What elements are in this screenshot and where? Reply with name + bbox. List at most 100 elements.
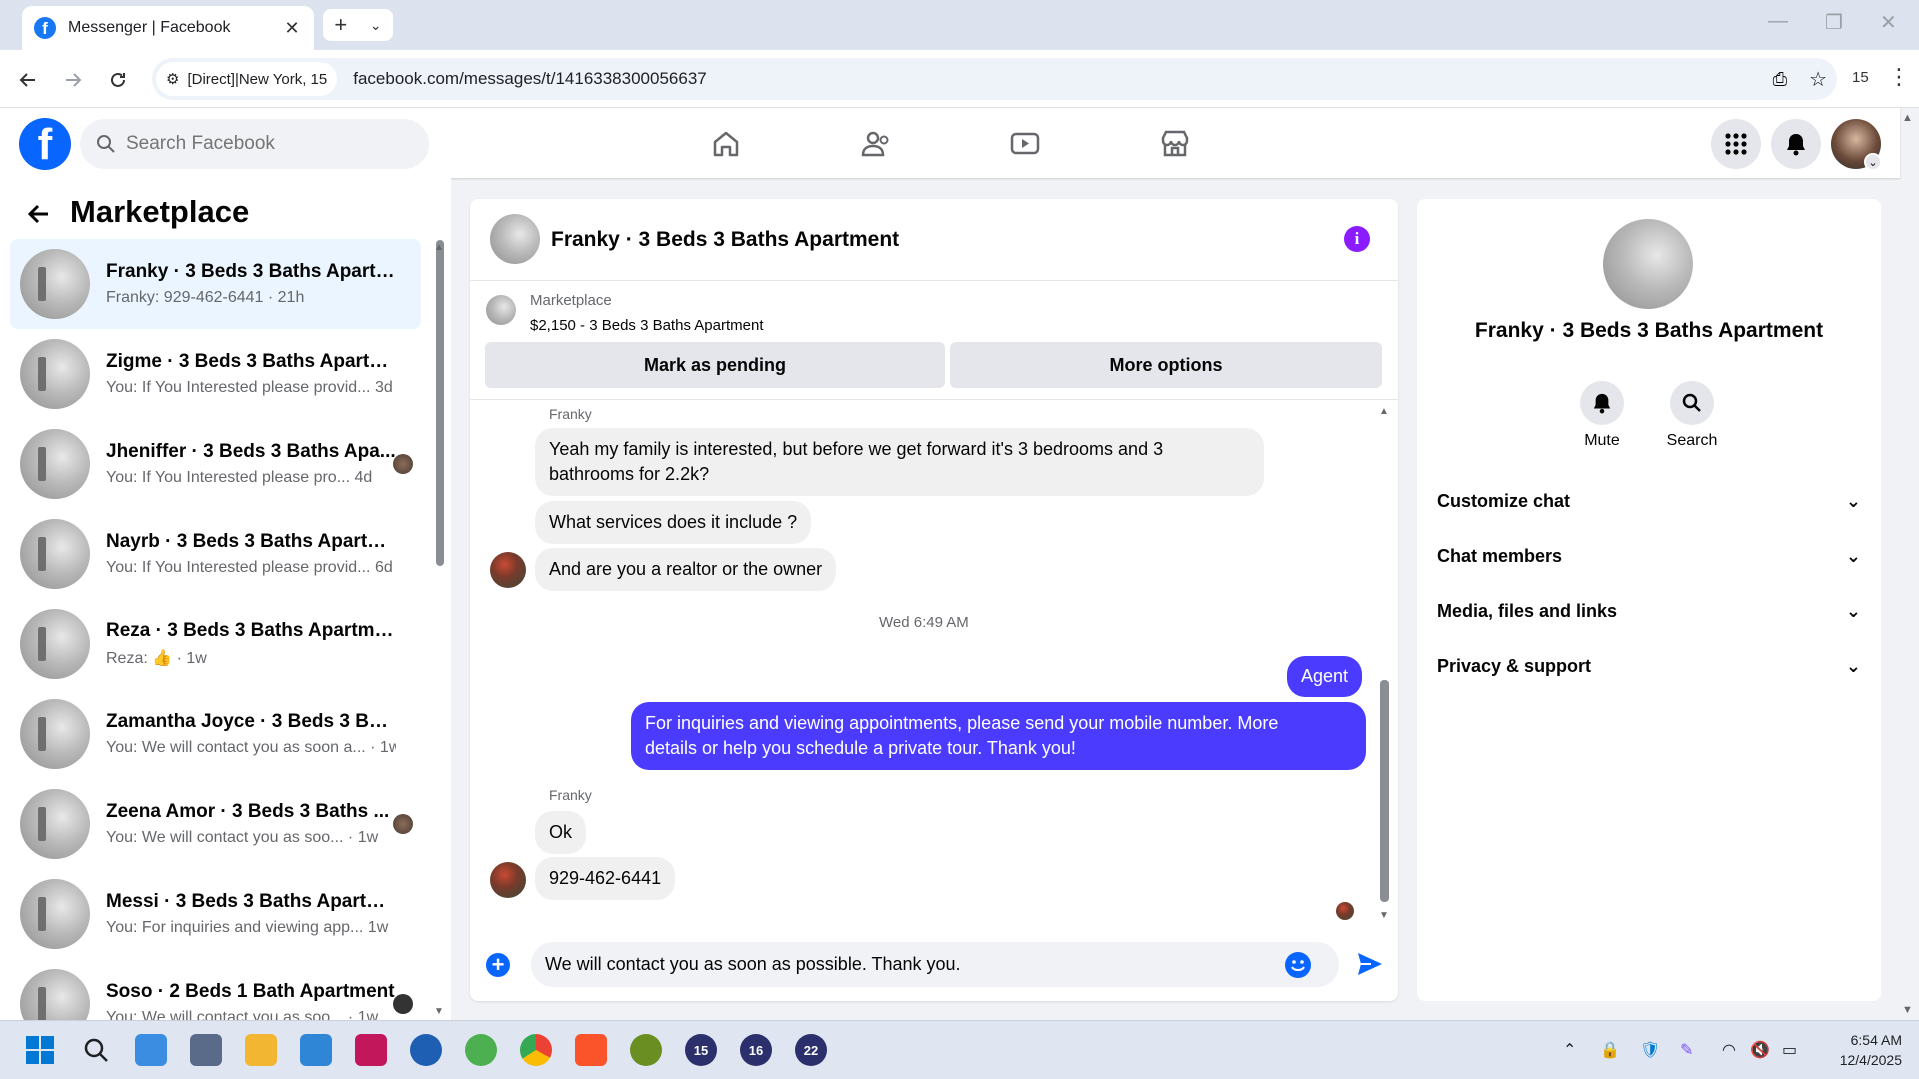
new-tab-icon[interactable]: + xyxy=(334,12,347,38)
message-input[interactable] xyxy=(545,954,1285,975)
minimize-icon[interactable]: — xyxy=(1768,10,1788,33)
tray-app-icon[interactable]: 🔒 xyxy=(1600,1040,1620,1060)
account-chevron-icon[interactable]: ⌄ xyxy=(1864,153,1882,171)
friends-icon[interactable] xyxy=(856,124,896,164)
profile-badge[interactable]: 15 xyxy=(1852,69,1869,86)
listing-thumbnail[interactable] xyxy=(1603,219,1693,309)
install-app-icon[interactable]: ⎙ xyxy=(1773,69,1787,90)
app-icon[interactable] xyxy=(630,1034,662,1066)
wifi-icon[interactable]: ◠ xyxy=(1722,1040,1736,1060)
snipping-tool-icon[interactable] xyxy=(355,1034,387,1066)
sidebar-clip: Soso · 2 Beds 1 Bath Apartment You: We w… xyxy=(0,952,451,1020)
conversation-item[interactable]: Jheniffer · 3 Beds 3 Baths Apa... You: I… xyxy=(10,419,421,509)
scroll-down-icon[interactable]: ▼ xyxy=(434,1006,444,1017)
media-files-links-section[interactable]: Media, files and links ⌄ xyxy=(1437,591,1861,631)
close-tab-icon[interactable]: ✕ xyxy=(282,18,302,39)
pen-icon[interactable]: ✎ xyxy=(1680,1040,1693,1060)
restore-icon[interactable]: ❐ xyxy=(1825,10,1843,35)
bookmark-star-icon[interactable]: ☆ xyxy=(1809,67,1827,92)
globe-app-icon[interactable] xyxy=(410,1034,442,1066)
search-label: Search xyxy=(1666,432,1718,449)
seen-avatar xyxy=(393,454,413,474)
browser-menu-icon[interactable]: ⋮ xyxy=(1888,64,1910,90)
chrome-icon[interactable] xyxy=(520,1034,552,1066)
clock[interactable]: 6:54 AM 12/4/2025 xyxy=(1822,1030,1902,1070)
chat-members-section[interactable]: Chat members ⌄ xyxy=(1437,536,1861,576)
browser-tab[interactable]: f Messenger | Facebook ✕ xyxy=(22,6,314,50)
scroll-up-icon[interactable]: ▲ xyxy=(1379,406,1389,417)
conversation-item[interactable]: Messi · 3 Beds 3 Baths Apartment You: Fo… xyxy=(10,869,421,959)
brave-icon[interactable] xyxy=(575,1034,607,1066)
address-bar[interactable]: ⚙ [Direct]|New York, 15 facebook.com/mes… xyxy=(152,58,1837,100)
volume-muted-icon[interactable]: 🔇 xyxy=(1750,1040,1770,1060)
facebook-search[interactable] xyxy=(80,119,429,169)
conversation-item[interactable]: Zamantha Joyce · 3 Beds 3 Bath... You: W… xyxy=(10,689,421,779)
search-in-chat-button[interactable] xyxy=(1670,381,1714,425)
facebook-logo-icon[interactable]: f xyxy=(19,118,71,170)
defender-icon[interactable]: 🛡 xyxy=(1640,1040,1660,1060)
conversation-time: 4d xyxy=(354,469,373,486)
section-label: Media, files and links xyxy=(1437,600,1618,621)
mute-button[interactable] xyxy=(1580,381,1624,425)
windows-taskbar xyxy=(0,1020,1919,1079)
taskbar-search-icon[interactable] xyxy=(80,1034,112,1066)
page-scroll-up-icon[interactable]: ▲ xyxy=(1902,112,1913,124)
site-info-chip[interactable]: ⚙ [Direct]|New York, 15 xyxy=(156,62,338,96)
task-view-icon[interactable] xyxy=(135,1034,167,1066)
tray-overflow-icon[interactable]: ⌃ xyxy=(1563,1040,1576,1060)
chat-scrollbar[interactable] xyxy=(1380,680,1389,902)
windows-start-icon[interactable] xyxy=(24,1034,56,1066)
back-arrow-icon[interactable] xyxy=(26,201,52,227)
app-icon[interactable] xyxy=(190,1034,222,1066)
sender-avatar xyxy=(490,552,526,588)
scroll-down-icon[interactable]: ▼ xyxy=(1379,910,1389,921)
tab-search-icon[interactable]: ⌄ xyxy=(370,17,382,34)
emoji-icon[interactable] xyxy=(1285,951,1311,978)
file-explorer-icon[interactable] xyxy=(245,1034,277,1066)
forward-icon[interactable] xyxy=(59,66,87,94)
page-scroll-down-icon[interactable]: ▼ xyxy=(1902,1004,1913,1016)
info-icon[interactable]: i xyxy=(1344,226,1370,252)
add-attachment-icon[interactable]: + xyxy=(486,953,510,977)
profile-app-badge[interactable]: 15 xyxy=(685,1034,717,1066)
message-bubble: 929-462-6441 xyxy=(535,857,676,900)
seen-avatar xyxy=(393,994,413,1014)
marketplace-icon[interactable] xyxy=(1155,124,1195,164)
conversation-item[interactable]: Zigme · 3 Beds 3 Baths Apartment You: If… xyxy=(10,329,421,419)
app-icon[interactable] xyxy=(300,1034,332,1066)
notifications-bell-icon[interactable] xyxy=(1771,119,1821,169)
profile-app-badge[interactable]: 16 xyxy=(740,1034,772,1066)
listing-summary[interactable]: $2,150 - 3 Beds 3 Baths Apartment xyxy=(530,317,763,334)
conversation-item[interactable]: Nayrb · 3 Beds 3 Baths Apartment You: If… xyxy=(10,509,421,599)
mark-as-pending-button[interactable]: Mark as pending xyxy=(485,342,945,388)
video-icon[interactable] xyxy=(1005,124,1045,164)
reload-icon[interactable] xyxy=(104,66,132,94)
message-composer[interactable] xyxy=(531,942,1339,987)
more-options-button[interactable]: More options xyxy=(950,342,1382,388)
conversation-item[interactable]: Soso · 2 Beds 1 Bath Apartment You: We w… xyxy=(10,959,421,1020)
chat-title[interactable]: Franky · 3 Beds 3 Baths Apartment xyxy=(551,228,899,252)
back-icon[interactable] xyxy=(14,66,42,94)
privacy-support-section[interactable]: Privacy & support ⌄ xyxy=(1437,646,1861,686)
chat-avatar[interactable] xyxy=(490,214,540,264)
customize-chat-section[interactable]: Customize chat ⌄ xyxy=(1437,481,1861,521)
profile-app-badge[interactable]: 22 xyxy=(795,1034,827,1066)
search-input[interactable] xyxy=(126,133,406,155)
battery-icon[interactable]: ▭ xyxy=(1782,1040,1797,1060)
section-label: Privacy & support xyxy=(1437,655,1592,676)
conversation-item[interactable]: Zeena Amor · 3 Beds 3 Baths ... You: We … xyxy=(10,779,421,869)
scroll-up-icon[interactable]: ▲ xyxy=(434,242,444,253)
conversation-item[interactable]: Franky · 3 Beds 3 Baths Apartme... Frank… xyxy=(10,239,421,329)
conversation-name: Reza · 3 Beds 3 Baths Apartment xyxy=(106,620,396,641)
close-window-icon[interactable]: ✕ xyxy=(1880,10,1897,35)
menu-grid-icon[interactable] xyxy=(1711,119,1761,169)
search-icon xyxy=(1682,393,1701,412)
send-icon[interactable] xyxy=(1356,951,1384,977)
url-text[interactable]: facebook.com/messages/t/1416338300056637 xyxy=(353,69,1772,89)
conversation-item[interactable]: Reza · 3 Beds 3 Baths Apartment Reza: 👍 … xyxy=(10,599,421,689)
browser-app-icon[interactable] xyxy=(465,1034,497,1066)
conversation-name: Zamantha Joyce · 3 Beds 3 Bath... xyxy=(106,711,396,732)
message-bubble: Ok xyxy=(535,811,587,854)
sidebar-scrollbar[interactable] xyxy=(436,240,444,566)
home-icon[interactable] xyxy=(706,124,746,164)
